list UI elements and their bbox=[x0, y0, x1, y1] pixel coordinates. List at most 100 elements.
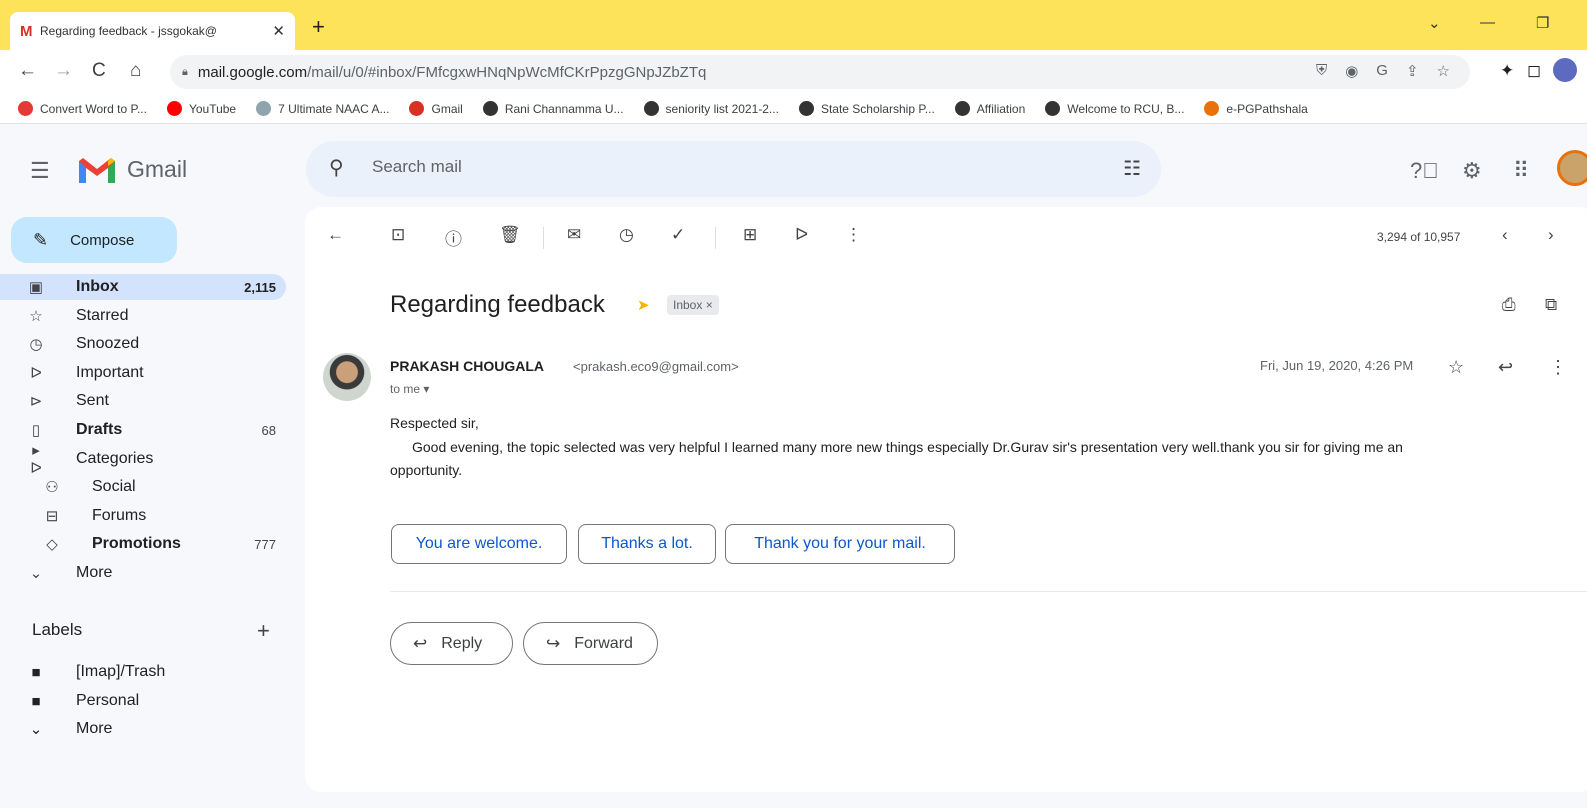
more-vert-icon[interactable]: ⋮ bbox=[1549, 357, 1567, 378]
inbox-label-chip[interactable]: Inbox × bbox=[667, 295, 719, 315]
bookmark-item[interactable]: Rani Channamma U... bbox=[482, 101, 624, 116]
sidebar-item-forums[interactable]: ⊟ Forums bbox=[0, 503, 286, 529]
back-to-inbox-icon[interactable]: ← bbox=[327, 225, 344, 245]
side-panel-icon[interactable]: ◻ bbox=[1527, 61, 1541, 81]
snooze-icon[interactable]: ◷ bbox=[619, 225, 634, 245]
gmail-brand-name: Gmail bbox=[127, 156, 188, 182]
label-item[interactable]: ⌄ More bbox=[0, 716, 286, 742]
bookmark-item[interactable]: e-PGPathshala bbox=[1204, 101, 1308, 116]
extensions-icon[interactable]: ✦ bbox=[1500, 61, 1514, 81]
settings-gear-icon[interactable]: ⚙ bbox=[1462, 158, 1482, 184]
sidebar-item-label: Sent bbox=[76, 392, 109, 409]
star-icon[interactable]: ☆ bbox=[1448, 357, 1464, 378]
inbox-icon: ▣ bbox=[28, 279, 44, 296]
smart-reply-button[interactable]: Thanks a lot. bbox=[578, 524, 716, 564]
reply-button[interactable]: ↩ Reply bbox=[390, 622, 513, 665]
bookmark-item[interactable]: Gmail bbox=[409, 101, 463, 116]
forward-icon[interactable]: → bbox=[54, 60, 73, 82]
apps-grid-icon[interactable]: ⠿ bbox=[1513, 158, 1529, 184]
sender-name[interactable]: PRAKASH CHOUGALA bbox=[390, 358, 544, 374]
print-icon[interactable]: ⎙ bbox=[1502, 295, 1516, 315]
sidebar-item-promotions[interactable]: ◇ Promotions 777 bbox=[0, 531, 286, 557]
search-icon[interactable]: ⚲ bbox=[329, 155, 344, 180]
sidebar-item-sent[interactable]: ⊳ Sent bbox=[0, 388, 286, 414]
sidebar-item-more[interactable]: ⌄ More bbox=[0, 560, 286, 586]
smart-reply-button[interactable]: Thank you for your mail. bbox=[725, 524, 955, 564]
search-options-icon[interactable]: ☷ bbox=[1123, 156, 1141, 181]
reply-icon[interactable]: ↩ bbox=[1498, 357, 1513, 378]
mark-unread-icon[interactable]: ✉ bbox=[567, 225, 581, 245]
importance-marker-icon[interactable]: ➤ bbox=[637, 296, 650, 314]
bookmark-item[interactable]: Welcome to RCU, B... bbox=[1045, 101, 1184, 116]
archive-icon[interactable]: ⊡ bbox=[391, 225, 405, 245]
label-item[interactable]: ■ [Imap]/Trash bbox=[0, 659, 286, 685]
message-body-line: opportunity. bbox=[390, 462, 463, 478]
bookmark-item[interactable]: seniority list 2021-2... bbox=[643, 101, 779, 116]
compose-button[interactable]: ✎ Compose bbox=[11, 217, 177, 263]
forward-button[interactable]: ↪ Forward bbox=[523, 622, 658, 665]
eye-icon[interactable]: ◉ bbox=[1345, 62, 1358, 80]
recipient-details[interactable]: to me ▾ bbox=[390, 382, 429, 396]
bookmark-label: Gmail bbox=[431, 101, 463, 116]
sidebar-item-social[interactable]: ⚇ Social bbox=[0, 474, 286, 500]
google-icon[interactable]: G bbox=[1376, 62, 1388, 80]
tab-search-icon[interactable]: ⌄ bbox=[1428, 14, 1441, 32]
epg-icon bbox=[1204, 101, 1220, 116]
bookmark-item[interactable]: YouTube bbox=[166, 101, 236, 116]
sidebar-item-drafts[interactable]: ▯ Drafts 68 bbox=[0, 417, 286, 443]
message-divider bbox=[390, 591, 1587, 592]
new-tab-button[interactable]: + bbox=[312, 14, 325, 40]
help-icon[interactable]: ?⃝ bbox=[1410, 158, 1439, 184]
bookmark-item[interactable]: Affiliation bbox=[954, 101, 1026, 116]
smart-reply-button[interactable]: You are welcome. bbox=[391, 524, 567, 564]
back-icon[interactable]: ← bbox=[18, 60, 37, 82]
tag-icon: ◇ bbox=[46, 536, 58, 553]
search-input[interactable] bbox=[372, 157, 1072, 177]
bookmark-item[interactable]: Convert Word to P... bbox=[18, 101, 147, 116]
report-spam-icon[interactable]: ⓘ bbox=[445, 225, 462, 250]
delete-icon[interactable]: 🗑︎ bbox=[499, 225, 521, 245]
sidebar-item-snoozed[interactable]: ◷ Snoozed bbox=[0, 331, 286, 357]
bookmark-star-icon[interactable]: ☆ bbox=[1437, 62, 1450, 80]
bookmark-item[interactable]: 7 Ultimate NAAC A... bbox=[256, 101, 389, 116]
share-icon[interactable]: ⇪ bbox=[1406, 62, 1419, 80]
add-label-icon[interactable]: + bbox=[257, 618, 270, 644]
label-as-icon[interactable]: ᐅ bbox=[795, 225, 808, 245]
bookmark-item[interactable]: State Scholarship P... bbox=[798, 101, 935, 116]
move-to-icon[interactable]: ⊞ bbox=[743, 225, 757, 245]
forum-icon: ⊟ bbox=[45, 508, 59, 525]
main-menu-icon[interactable]: ☰ bbox=[30, 158, 50, 184]
sidebar-item-categories[interactable]: ▸ ᐅ Categories bbox=[0, 442, 286, 477]
profile-avatar[interactable] bbox=[1553, 58, 1577, 82]
older-chevron-icon[interactable]: › bbox=[1548, 225, 1554, 245]
sender-avatar[interactable] bbox=[323, 353, 371, 401]
more-options-icon[interactable]: ⋮ bbox=[845, 225, 862, 245]
home-icon[interactable]: ⌂ bbox=[130, 60, 141, 82]
add-task-icon[interactable]: ✓ bbox=[671, 225, 685, 245]
address-bar[interactable]: 🔒︎ mail.google.com/mail/u/0/#inbox/FMfcg… bbox=[170, 55, 1470, 89]
label-icon: ▸ ᐅ bbox=[30, 442, 42, 477]
newer-chevron-icon[interactable]: ‹ bbox=[1502, 225, 1508, 245]
open-new-window-icon[interactable]: ⧉ bbox=[1545, 295, 1557, 315]
search-bar: ⚲ ☷ bbox=[306, 141, 1161, 197]
reply-arrow-icon: ↩ bbox=[413, 633, 428, 653]
account-avatar[interactable] bbox=[1557, 150, 1587, 186]
sidebar-item-important[interactable]: ᐅ Important bbox=[0, 360, 286, 386]
people-icon: ⚇ bbox=[45, 479, 59, 496]
browser-toolbar: ← → C ⌂ 🔒︎ mail.google.com/mail/u/0/#inb… bbox=[0, 50, 1587, 94]
gmail-logo-icon[interactable] bbox=[77, 155, 117, 185]
omnibox-icons: ⛨ ◉ G ⇪ ☆ bbox=[1316, 62, 1450, 80]
unread-count: 777 bbox=[254, 536, 276, 552]
clock-icon: ◷ bbox=[29, 336, 43, 353]
minimize-button[interactable]: — bbox=[1480, 14, 1495, 31]
forward-label: Forward bbox=[574, 634, 633, 652]
sidebar-item-starred[interactable]: ☆ Starred bbox=[0, 303, 286, 329]
label-item[interactable]: ■ Personal bbox=[0, 688, 286, 714]
bookmark-label: Affiliation bbox=[976, 101, 1026, 116]
reload-icon[interactable]: C bbox=[92, 60, 106, 82]
translate-icon[interactable]: ⛨ bbox=[1316, 62, 1327, 80]
sidebar-item-inbox[interactable]: ▣ Inbox 2,115 bbox=[0, 274, 286, 300]
browser-tab[interactable]: M Regarding feedback - jssgokak@ ✕ bbox=[10, 12, 295, 50]
close-tab-icon[interactable]: ✕ bbox=[272, 22, 285, 40]
restore-button[interactable]: ❐ bbox=[1536, 14, 1549, 32]
